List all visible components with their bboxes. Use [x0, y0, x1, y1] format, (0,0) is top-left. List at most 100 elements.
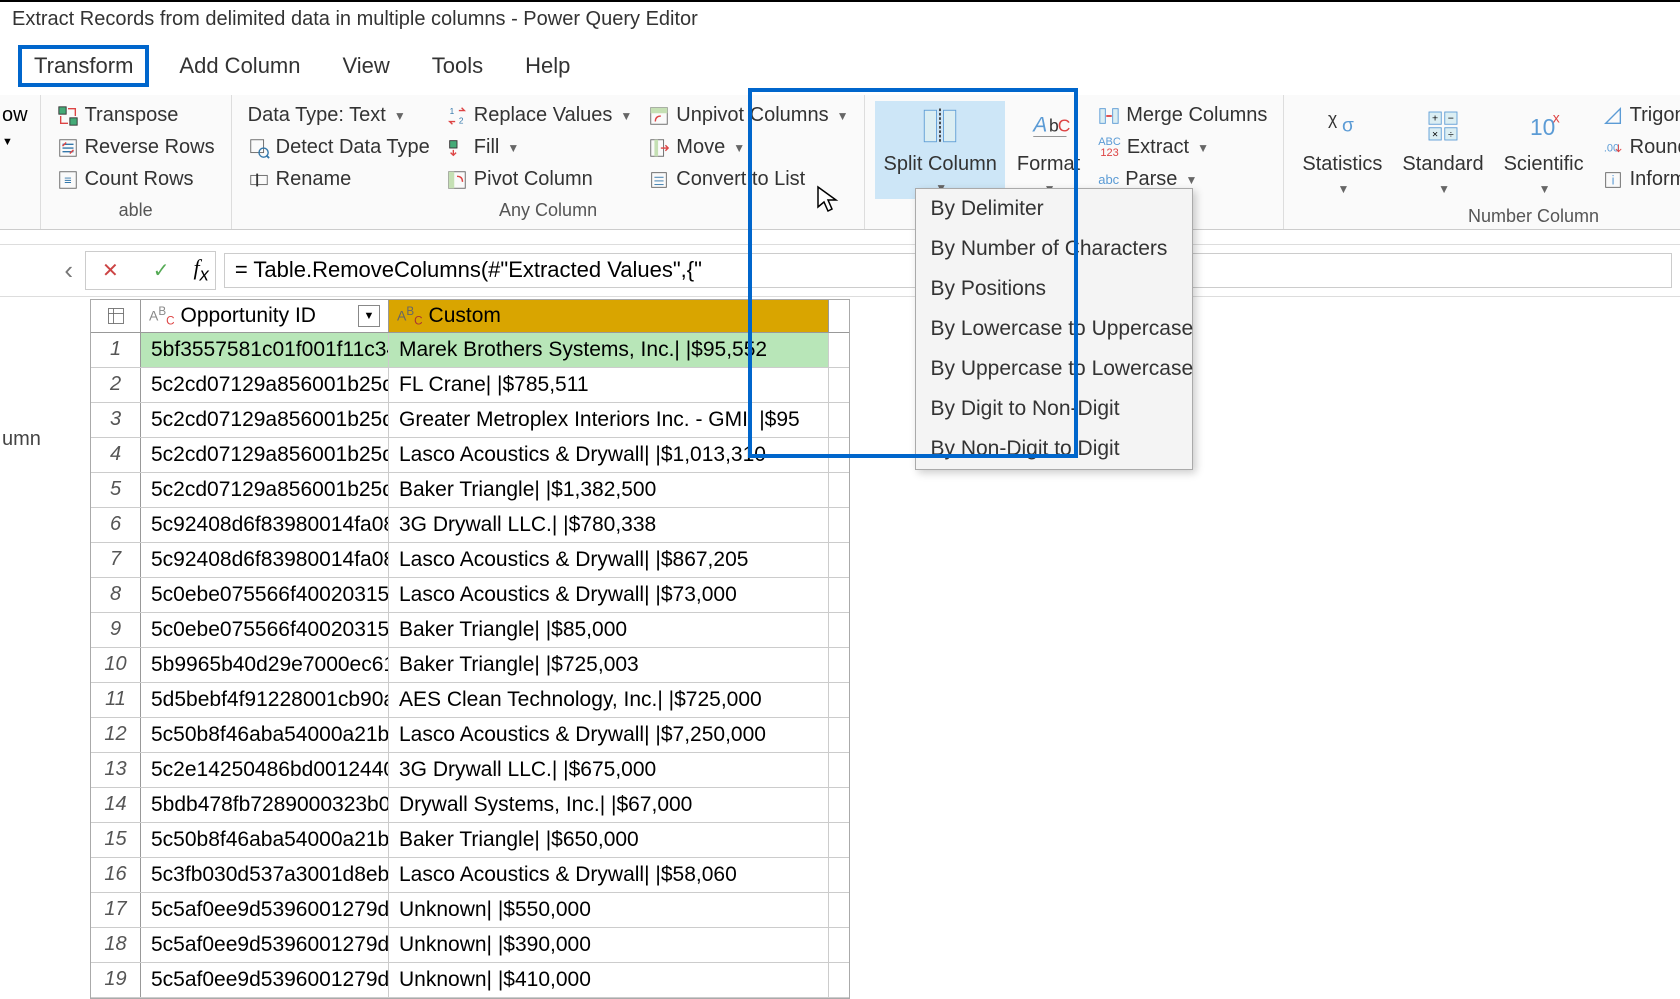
row-number[interactable]: 16	[91, 858, 141, 892]
format-button[interactable]: AbC Format ▼	[1009, 101, 1088, 200]
fx-icon[interactable]: fx	[194, 255, 209, 285]
column-header-custom[interactable]: ABC Custom	[389, 300, 829, 332]
table-row[interactable]: 55c2cd07129a856001b25d449Baker Triangle|…	[91, 473, 849, 508]
menu-transform[interactable]: Transform	[18, 45, 149, 87]
fill-button[interactable]: Fill ▼	[440, 133, 639, 162]
row-number[interactable]: 6	[91, 508, 141, 542]
cell-custom[interactable]: Lasco Acoustics & Drywall| |$7,250,000	[389, 718, 829, 752]
split-by-positions[interactable]: By Positions	[916, 269, 1192, 309]
column-header-opportunity-id[interactable]: ABC Opportunity ID ▼	[141, 300, 389, 332]
table-row[interactable]: 75c92408d6f83980014fa089cLasco Acoustics…	[91, 543, 849, 578]
menu-help[interactable]: Help	[513, 49, 582, 83]
cell-custom[interactable]: FL Crane| |$785,511	[389, 368, 829, 402]
split-digit-nondigit[interactable]: By Digit to Non-Digit	[916, 389, 1192, 429]
menu-tools[interactable]: Tools	[420, 49, 495, 83]
table-row[interactable]: 165c3fb030d537a3001d8eb471Lasco Acoustic…	[91, 858, 849, 893]
cell-opportunity-id[interactable]: 5bf3557581c01f001f11c34f	[141, 333, 389, 367]
cell-opportunity-id[interactable]: 5c5af0ee9d5396001279dd0d	[141, 963, 389, 997]
cell-opportunity-id[interactable]: 5c92408d6f83980014fa089c	[141, 543, 389, 577]
split-by-delimiter[interactable]: By Delimiter	[916, 189, 1192, 229]
trigonometry-button[interactable]: Trigonometry ▼	[1596, 101, 1680, 130]
cell-opportunity-id[interactable]: 5c2cd07129a856001b25d449	[141, 473, 389, 507]
cell-opportunity-id[interactable]: 5c0ebe075566f40020315e29	[141, 578, 389, 612]
split-column-button[interactable]: Split Column ▼	[875, 101, 1004, 199]
row-number[interactable]: 10	[91, 648, 141, 682]
data-type-button[interactable]: Data Type: Text ▼	[242, 101, 436, 130]
data-grid[interactable]: ABC Opportunity ID ▼ ABC Custom 15bf3557…	[90, 299, 850, 999]
table-row[interactable]: 95c0ebe075566f40020315e29Baker Triangle|…	[91, 613, 849, 648]
cell-opportunity-id[interactable]: 5c2cd07129a856001b25d449	[141, 403, 389, 437]
cell-opportunity-id[interactable]: 5bdb478fb7289000323b00dd	[141, 788, 389, 822]
table-row[interactable]: 155c50b8f46aba54000a21bdf2Baker Triangle…	[91, 823, 849, 858]
pivot-column-button[interactable]: Pivot Column	[440, 165, 639, 194]
table-row[interactable]: 145bdb478fb7289000323b00ddDrywall System…	[91, 788, 849, 823]
cell-opportunity-id[interactable]: 5c2cd07129a856001b25d449	[141, 368, 389, 402]
standard-button[interactable]: +−×÷ Standard ▼	[1394, 101, 1491, 200]
information-button[interactable]: i Information ▼	[1596, 165, 1680, 194]
cell-opportunity-id[interactable]: 5d5bebf4f91228001cb90ae7	[141, 683, 389, 717]
cell-custom[interactable]: Baker Triangle| |$725,003	[389, 648, 829, 682]
cell-custom[interactable]: 3G Drywall LLC.| |$780,338	[389, 508, 829, 542]
table-row[interactable]: 15bf3557581c01f001f11c34fMarek Brothers …	[91, 333, 849, 368]
row-number[interactable]: 15	[91, 823, 141, 857]
row-number[interactable]: 2	[91, 368, 141, 402]
cell-opportunity-id[interactable]: 5c50b8f46aba54000a21bdf2	[141, 823, 389, 857]
extract-button[interactable]: ABC123 Extract ▼	[1092, 133, 1273, 162]
replace-values-button[interactable]: 12 Replace Values ▼	[440, 101, 639, 130]
scientific-button[interactable]: 10x Scientific ▼	[1496, 101, 1592, 200]
cell-custom[interactable]: Lasco Acoustics & Drywall| |$867,205	[389, 543, 829, 577]
convert-list-button[interactable]: Convert to List	[642, 165, 854, 194]
cell-custom[interactable]: Unknown| |$550,000	[389, 893, 829, 927]
collapse-sidebar-icon[interactable]: ‹	[64, 255, 73, 286]
split-by-num-chars[interactable]: By Number of Characters	[916, 229, 1192, 269]
cell-opportunity-id[interactable]: 5c5af0ee9d5396001279dd0d	[141, 928, 389, 962]
merge-columns-button[interactable]: Merge Columns	[1092, 101, 1273, 130]
detect-type-button[interactable]: Detect Data Type	[242, 133, 436, 162]
row-number[interactable]: 1	[91, 333, 141, 367]
cell-custom[interactable]: Greater Metroplex Interiors Inc. - GMI| …	[389, 403, 829, 437]
cell-opportunity-id[interactable]: 5c3fb030d537a3001d8eb471	[141, 858, 389, 892]
row-number[interactable]: 7	[91, 543, 141, 577]
cell-custom[interactable]: Drywall Systems, Inc.| |$67,000	[389, 788, 829, 822]
table-row[interactable]: 185c5af0ee9d5396001279dd0dUnknown| |$390…	[91, 928, 849, 963]
move-button[interactable]: Move ▼	[642, 133, 854, 162]
row-number[interactable]: 11	[91, 683, 141, 717]
cell-custom[interactable]: Unknown| |$390,000	[389, 928, 829, 962]
row-number[interactable]: 18	[91, 928, 141, 962]
cancel-formula-button[interactable]: ✕	[92, 254, 129, 287]
cell-opportunity-id[interactable]: 5c2cd07129a856001b25d449	[141, 438, 389, 472]
table-row[interactable]: 45c2cd07129a856001b25d449Lasco Acoustics…	[91, 438, 849, 473]
cell-custom[interactable]: Lasco Acoustics & Drywall| |$73,000	[389, 578, 829, 612]
cell-opportunity-id[interactable]: 5b9965b40d29e7000ec6177d	[141, 648, 389, 682]
row-number[interactable]: 3	[91, 403, 141, 437]
cell-custom[interactable]: Baker Triangle| |$1,382,500	[389, 473, 829, 507]
table-row[interactable]: 65c92408d6f83980014fa089c3G Drywall LLC.…	[91, 508, 849, 543]
cell-custom[interactable]: AES Clean Technology, Inc.| |$725,000	[389, 683, 829, 717]
count-rows-button[interactable]: ≡ Count Rows	[51, 165, 221, 194]
select-all-corner[interactable]	[91, 300, 141, 332]
table-row[interactable]: 25c2cd07129a856001b25d449FL Crane| |$785…	[91, 368, 849, 403]
cell-custom[interactable]: Lasco Acoustics & Drywall| |$1,013,310	[389, 438, 829, 472]
row-number[interactable]: 12	[91, 718, 141, 752]
cell-custom[interactable]: Marek Brothers Systems, Inc.| |$95,552	[389, 333, 829, 367]
transpose-button[interactable]: Transpose	[51, 101, 221, 130]
row-number[interactable]: 19	[91, 963, 141, 997]
cell-opportunity-id[interactable]: 5c0ebe075566f40020315e29	[141, 613, 389, 647]
split-lower-upper[interactable]: By Lowercase to Uppercase	[916, 309, 1192, 349]
table-row[interactable]: 115d5bebf4f91228001cb90ae7AES Clean Tech…	[91, 683, 849, 718]
cell-opportunity-id[interactable]: 5c5af0ee9d5396001279dd0d	[141, 893, 389, 927]
row-number[interactable]: 8	[91, 578, 141, 612]
cell-custom[interactable]: Baker Triangle| |$85,000	[389, 613, 829, 647]
row-number[interactable]: 4	[91, 438, 141, 472]
cell-custom[interactable]: Unknown| |$410,000	[389, 963, 829, 997]
table-row[interactable]: 175c5af0ee9d5396001279dd0dUnknown| |$550…	[91, 893, 849, 928]
menu-view[interactable]: View	[331, 49, 402, 83]
cell-custom[interactable]: 3G Drywall LLC.| |$675,000	[389, 753, 829, 787]
cell-opportunity-id[interactable]: 5c50b8f46aba54000a21bdfd	[141, 718, 389, 752]
table-row[interactable]: 195c5af0ee9d5396001279dd0dUnknown| |$410…	[91, 963, 849, 998]
cell-custom[interactable]: Baker Triangle| |$650,000	[389, 823, 829, 857]
menu-add-column[interactable]: Add Column	[167, 49, 312, 83]
rounding-button[interactable]: .00 Rounding ▼	[1596, 133, 1680, 162]
table-row[interactable]: 105b9965b40d29e7000ec6177dBaker Triangle…	[91, 648, 849, 683]
row-number[interactable]: 9	[91, 613, 141, 647]
